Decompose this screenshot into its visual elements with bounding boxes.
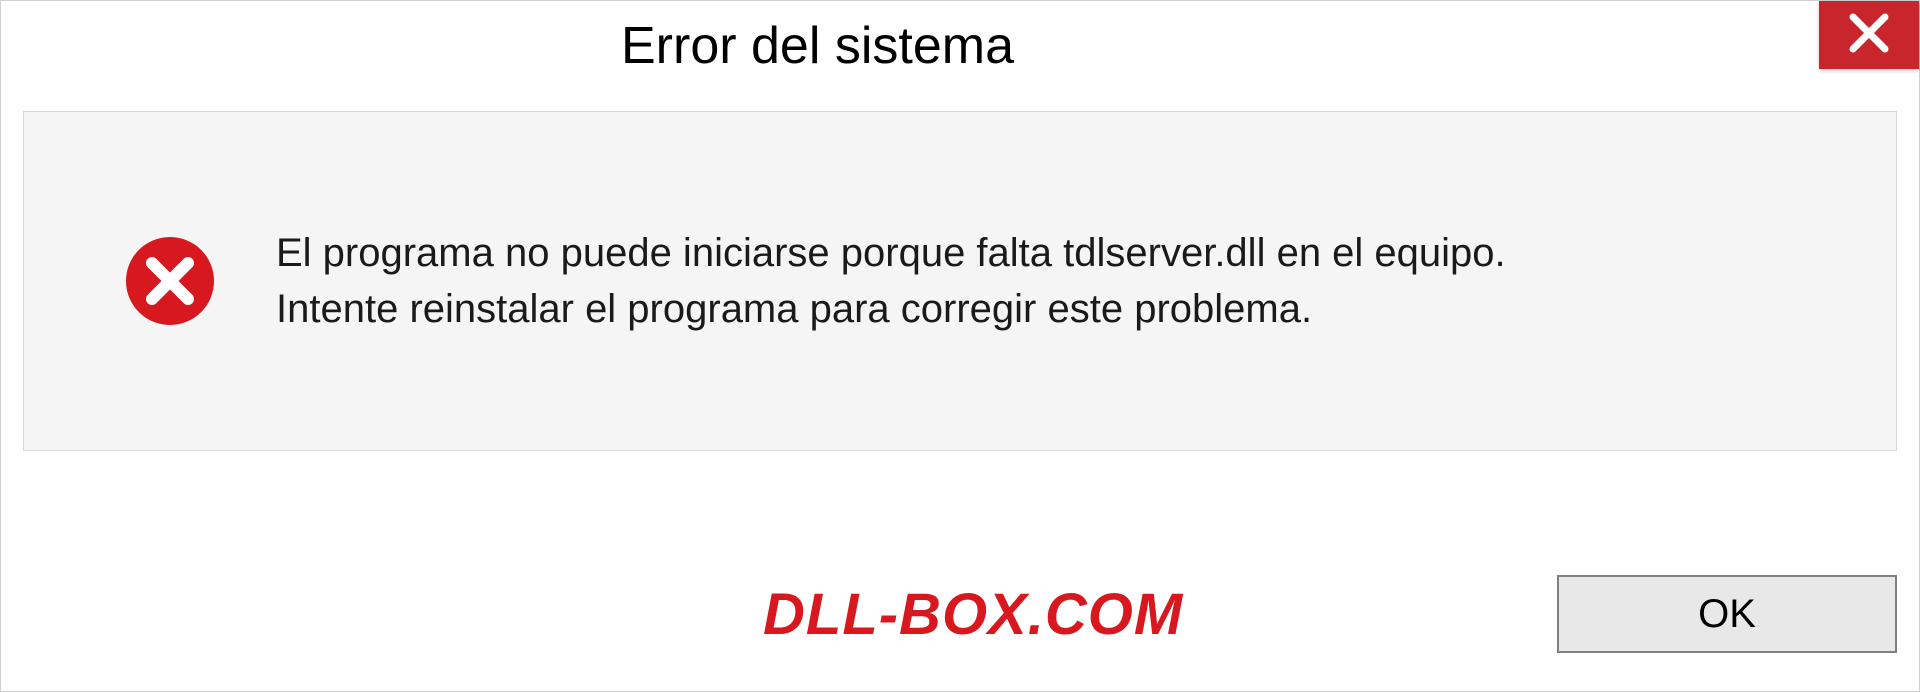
watermark-text: DLL-BOX.COM	[763, 581, 1183, 648]
dialog-title: Error del sistema	[621, 16, 1014, 76]
close-button[interactable]	[1819, 1, 1919, 69]
message-text: El programa no puede iniciarse porque fa…	[276, 227, 1506, 335]
ok-button[interactable]: OK	[1557, 575, 1897, 653]
message-panel: El programa no puede iniciarse porque fa…	[23, 111, 1897, 451]
message-line-1: El programa no puede iniciarse porque fa…	[276, 227, 1506, 279]
message-line-2: Intente reinstalar el programa para corr…	[276, 283, 1506, 335]
error-icon	[124, 235, 216, 327]
footer: DLL-BOX.COM OK	[23, 559, 1897, 669]
close-icon	[1847, 11, 1891, 60]
ok-button-label: OK	[1698, 592, 1756, 637]
titlebar: Error del sistema	[1, 1, 1919, 91]
